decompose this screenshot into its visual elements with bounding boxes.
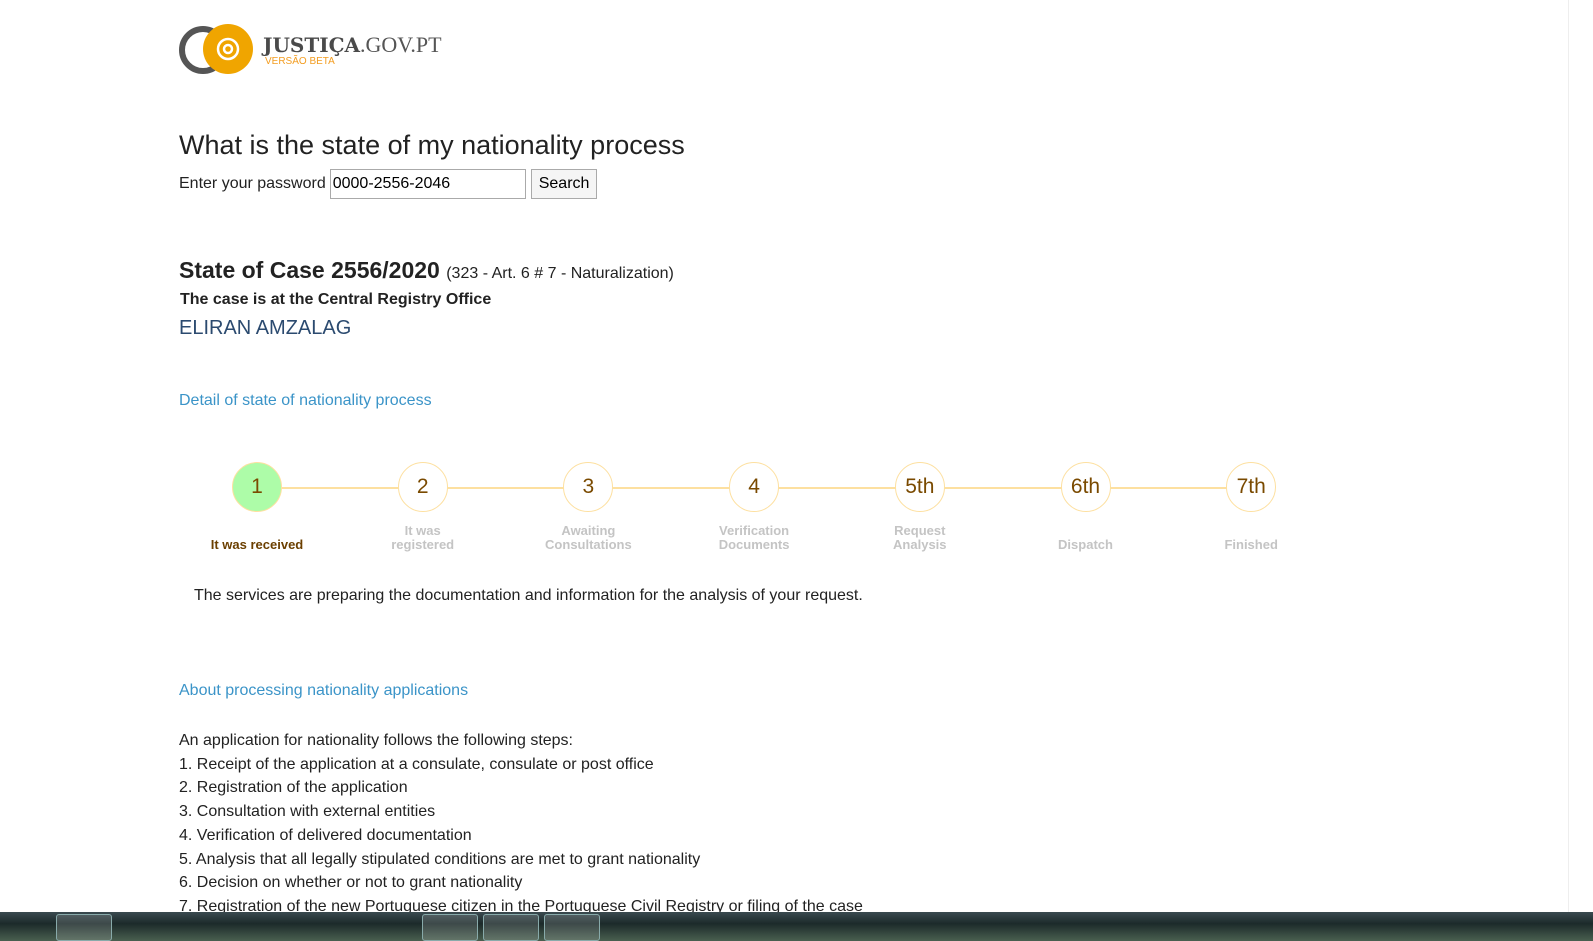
step-circle: 1 bbox=[232, 462, 282, 512]
brand-tagline: VERSÃO BETA bbox=[265, 55, 335, 67]
password-input[interactable] bbox=[329, 169, 526, 199]
step-circle: 2 bbox=[397, 462, 448, 512]
step-2: 2 It was registered bbox=[363, 462, 483, 552]
step-circle: 5th bbox=[894, 462, 945, 512]
step-6: 6th Dispatch bbox=[1026, 462, 1146, 552]
step-7: 7th Finished bbox=[1191, 462, 1311, 552]
step-label-text: Dispatch bbox=[1058, 537, 1113, 552]
taskbar-app-button[interactable] bbox=[56, 914, 112, 941]
taskbar-app-button[interactable] bbox=[422, 914, 478, 941]
step-label-text: It was registered bbox=[391, 523, 455, 552]
step-label-text: Verification Documents bbox=[718, 523, 790, 552]
case-detail: (323 - Art. 6 # 7 - Naturalization) bbox=[446, 265, 674, 282]
about-link[interactable]: About processing nationality application… bbox=[179, 682, 468, 700]
about-steps: An application for nationality follows t… bbox=[179, 729, 863, 919]
step-circle: 7th bbox=[1226, 462, 1277, 512]
step-label: Finished bbox=[1191, 524, 1311, 552]
logo-icon bbox=[179, 24, 253, 74]
step-circle: 4 bbox=[729, 462, 780, 512]
about-item: 1. Receipt of the application at a consu… bbox=[179, 755, 654, 773]
step-label: Verification Documents bbox=[694, 524, 814, 552]
justica-logo[interactable]: JUSTIÇA.GOV.PT VERSÃO BETA bbox=[179, 24, 442, 76]
about-item: 3. Consultation with external entities bbox=[179, 803, 436, 821]
about-item: 2. Registration of the application bbox=[179, 779, 408, 797]
step-label: It was registered bbox=[363, 524, 483, 552]
progress-steps: 1 It was received 2 It was registered 3 Await… bbox=[211, 462, 1278, 562]
about-item: 5. Analysis that all legally stipulated … bbox=[179, 850, 701, 868]
step-label: Awaiting Consultations bbox=[528, 524, 648, 552]
page-title: What is the state of my nationality proc… bbox=[179, 130, 685, 160]
step-label-text: It was received bbox=[210, 537, 304, 552]
search-form: Enter your password Search bbox=[179, 169, 598, 199]
step-5: 5th Request Analysis bbox=[860, 462, 980, 552]
step-4: 4 Verification Documents bbox=[694, 462, 814, 552]
step-circle: 3 bbox=[563, 462, 614, 512]
applicant-name: ELIRAN AMZALAG bbox=[179, 317, 352, 339]
step-1: 1 It was received bbox=[197, 462, 317, 552]
step-3: 3 Awaiting Consultations bbox=[528, 462, 648, 552]
scrollbar[interactable] bbox=[1568, 0, 1593, 912]
taskbar-app-button[interactable] bbox=[483, 914, 539, 941]
case-title: State of Case 2556/2020 (323 - Art. 6 # … bbox=[179, 257, 674, 284]
brand-bold: JUSTIÇA bbox=[263, 32, 361, 57]
brand-domain: .GOV.PT bbox=[360, 31, 442, 57]
step-label-text: Awaiting Consultations bbox=[545, 523, 632, 552]
taskbar-app-button[interactable] bbox=[544, 914, 600, 941]
step-label: Request Analysis bbox=[860, 524, 980, 552]
step-label: It was received bbox=[197, 524, 317, 552]
step-label-text: Request Analysis bbox=[893, 523, 947, 552]
step-description: The services are preparing the documenta… bbox=[194, 587, 863, 604]
search-button[interactable]: Search bbox=[530, 169, 598, 199]
about-item: 6. Decision on whether or not to grant n… bbox=[179, 874, 523, 892]
password-label: Enter your password bbox=[179, 175, 326, 192]
os-taskbar bbox=[0, 912, 1593, 941]
step-circle: 6th bbox=[1060, 462, 1111, 512]
step-label-text: Finished bbox=[1224, 537, 1278, 552]
step-label: Dispatch bbox=[1026, 524, 1146, 552]
case-number: State of Case 2556/2020 bbox=[179, 257, 440, 283]
detail-link[interactable]: Detail of state of nationality process bbox=[179, 392, 432, 410]
about-intro: An application for nationality follows t… bbox=[179, 732, 573, 749]
about-item: 4. Verification of delivered documentati… bbox=[179, 826, 472, 844]
case-location: The case is at the Central Registry Offi… bbox=[180, 291, 492, 308]
